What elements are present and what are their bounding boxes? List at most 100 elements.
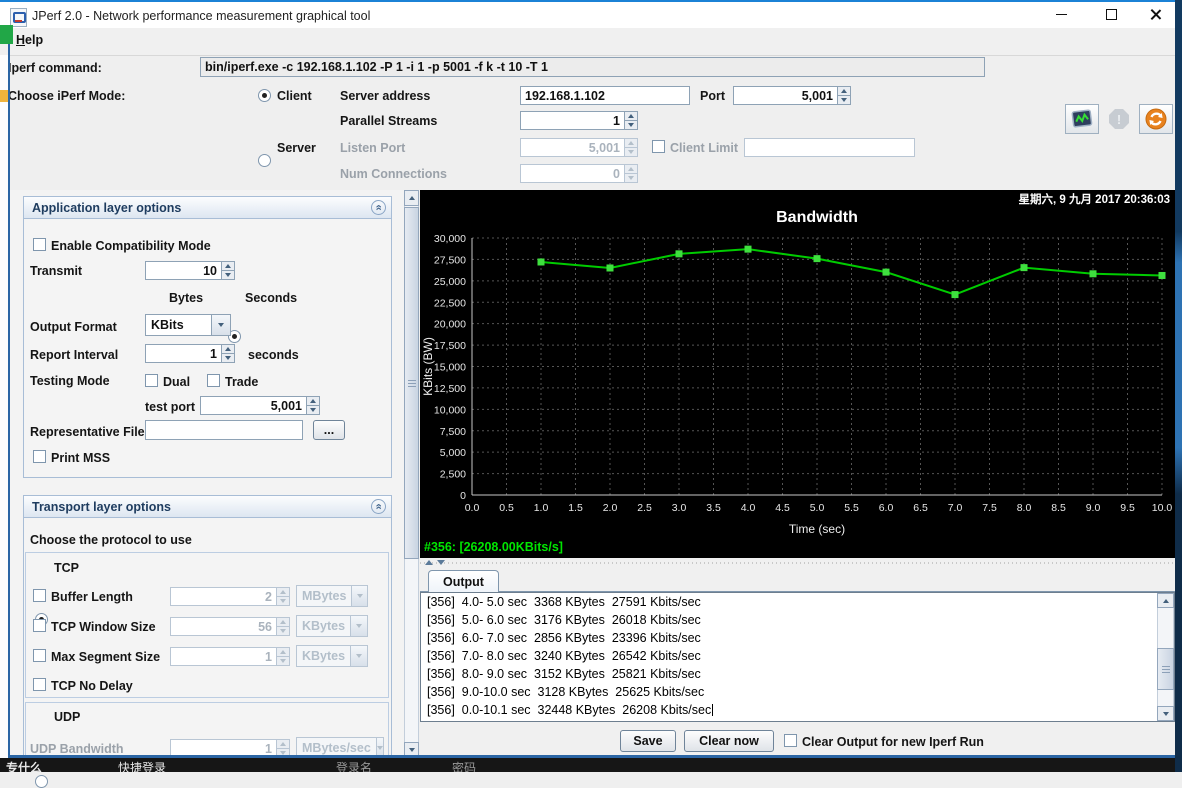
udp-label: UDP — [54, 710, 80, 724]
representative-file-field[interactable] — [145, 420, 303, 440]
combo-dropdown-button[interactable] — [211, 314, 231, 336]
server-address-field[interactable]: 192.168.1.102 — [520, 86, 690, 105]
transmit-spin-up[interactable] — [221, 261, 235, 271]
console-scroll-up[interactable] — [1157, 593, 1174, 608]
iperf-command-field[interactable]: bin/iperf.exe -c 192.168.1.102 -P 1 -i 1… — [200, 57, 985, 77]
output-format-combo[interactable]: KBits — [145, 314, 231, 336]
up-arrow-icon — [310, 399, 316, 403]
testport-spin-down[interactable] — [306, 406, 320, 415]
transmit-spin-down[interactable] — [221, 271, 235, 280]
max-segment-checkbox[interactable] — [33, 649, 46, 662]
close-icon — [1150, 9, 1161, 20]
listen-spin-up[interactable] — [624, 138, 638, 148]
combo-dropdown-button[interactable] — [350, 645, 368, 667]
port-spinner[interactable]: 5,001 — [733, 86, 851, 105]
stop-iperf-button[interactable]: ! — [1102, 104, 1136, 134]
split-down-icon[interactable] — [437, 560, 445, 565]
conn-spin-up[interactable] — [624, 164, 638, 174]
dual-checkbox[interactable] — [145, 374, 158, 387]
run-iperf-button[interactable] — [1065, 104, 1099, 134]
listen-port-spinner[interactable]: 5,001 — [520, 138, 638, 157]
client-limit-checkbox[interactable] — [652, 140, 665, 153]
svg-text:1.0: 1.0 — [534, 502, 549, 514]
svg-text:KBits (BW): KBits (BW) — [421, 337, 435, 396]
udpbw-spin-up[interactable] — [276, 739, 290, 749]
buffer-length-spinner[interactable]: 2 — [170, 587, 290, 606]
split-divider[interactable] — [420, 558, 1175, 569]
console-scroll-down[interactable] — [1157, 706, 1174, 721]
collapse-icon[interactable]: « — [371, 200, 386, 215]
interval-spin-down[interactable] — [221, 354, 235, 363]
window-spin-up[interactable] — [276, 617, 290, 627]
testport-spin-up[interactable] — [306, 396, 320, 406]
num-connections-spinner[interactable]: 0 — [520, 164, 638, 183]
tcp-window-checkbox[interactable] — [33, 619, 46, 632]
split-up-icon[interactable] — [425, 560, 433, 565]
browse-label: ... — [324, 423, 334, 437]
save-button[interactable]: Save — [620, 730, 676, 752]
conn-spin-down[interactable] — [624, 174, 638, 183]
interval-spin-up[interactable] — [221, 344, 235, 354]
menu-help[interactable]: Help — [16, 33, 43, 47]
port-spin-down[interactable] — [837, 96, 851, 105]
console-scrollbar-thumb[interactable] — [1157, 648, 1174, 690]
buffer-spin-up[interactable] — [276, 587, 290, 597]
tcp-window-spinner[interactable]: 56 — [170, 617, 290, 636]
compatibility-mode-checkbox[interactable] — [33, 238, 46, 251]
buffer-length-checkbox[interactable] — [33, 589, 46, 602]
clear-output-checkbox[interactable] — [784, 734, 797, 747]
iperf-command-label: Iperf command: — [8, 61, 102, 75]
mss-spin-up[interactable] — [276, 647, 290, 657]
test-port-spinner[interactable]: 5,001 — [200, 396, 320, 415]
close-button[interactable] — [1132, 0, 1178, 28]
streams-spin-down[interactable] — [624, 121, 638, 130]
server-radio[interactable] — [258, 154, 271, 167]
mss-spin-down[interactable] — [276, 657, 290, 666]
down-arrow-icon — [356, 654, 362, 658]
transport-layer-header[interactable]: Transport layer options « — [24, 496, 391, 518]
client-limit-field[interactable] — [744, 138, 915, 157]
buffer-spin-down[interactable] — [276, 597, 290, 606]
testing-mode-label: Testing Mode — [30, 374, 110, 388]
collapse-icon[interactable]: « — [371, 499, 386, 514]
port-spin-up[interactable] — [837, 86, 851, 96]
udp-radio[interactable] — [35, 775, 48, 788]
parallel-streams-spinner[interactable]: 1 — [520, 111, 638, 130]
svg-text:6.0: 6.0 — [879, 502, 894, 514]
max-segment-spinner[interactable]: 1 — [170, 647, 290, 666]
transmit-spinner[interactable]: 10 — [145, 261, 235, 280]
trade-checkbox[interactable] — [207, 374, 220, 387]
scroll-up-button[interactable] — [404, 190, 419, 206]
buffer-length-unit-combo[interactable]: MBytes — [296, 585, 368, 607]
application-layer-header[interactable]: Application layer options « — [24, 197, 391, 219]
report-interval-spinner[interactable]: 1 — [145, 344, 235, 363]
svg-text:4.5: 4.5 — [775, 502, 790, 514]
print-mss-checkbox[interactable] — [33, 450, 46, 463]
clear-now-button[interactable]: Clear now — [684, 730, 774, 752]
svg-text:5,000: 5,000 — [440, 447, 466, 459]
output-console[interactable]: [356] 4.0- 5.0 sec 3368 KBytes 27591 Kbi… — [420, 592, 1175, 722]
client-limit-label: Client Limit — [670, 141, 738, 155]
title-bar: JPerf 2.0 - Network performance measurem… — [0, 0, 1175, 30]
listen-spin-down[interactable] — [624, 148, 638, 157]
browse-file-button[interactable]: ... — [313, 420, 345, 440]
tcp-label: TCP — [54, 561, 79, 575]
restart-iperf-button[interactable] — [1139, 104, 1173, 134]
maximize-icon — [1106, 9, 1117, 20]
max-segment-unit-combo[interactable]: KBytes — [296, 645, 368, 667]
svg-text:7,500: 7,500 — [440, 426, 466, 438]
maximize-button[interactable] — [1088, 0, 1134, 28]
down-arrow-icon — [218, 323, 224, 327]
window-spin-down[interactable] — [276, 627, 290, 636]
report-interval-label: Report Interval — [30, 348, 118, 362]
client-radio[interactable] — [258, 89, 271, 102]
tab-output[interactable]: Output — [428, 570, 499, 593]
streams-spin-up[interactable] — [624, 111, 638, 121]
combo-dropdown-button[interactable] — [350, 615, 368, 637]
tcp-no-delay-checkbox[interactable] — [33, 678, 46, 691]
minimize-button[interactable] — [1038, 0, 1084, 28]
up-arrow-icon — [628, 167, 634, 171]
combo-dropdown-button[interactable] — [351, 585, 368, 607]
scrollbar-thumb[interactable] — [404, 207, 419, 559]
tcp-window-unit-combo[interactable]: KBytes — [296, 615, 368, 637]
